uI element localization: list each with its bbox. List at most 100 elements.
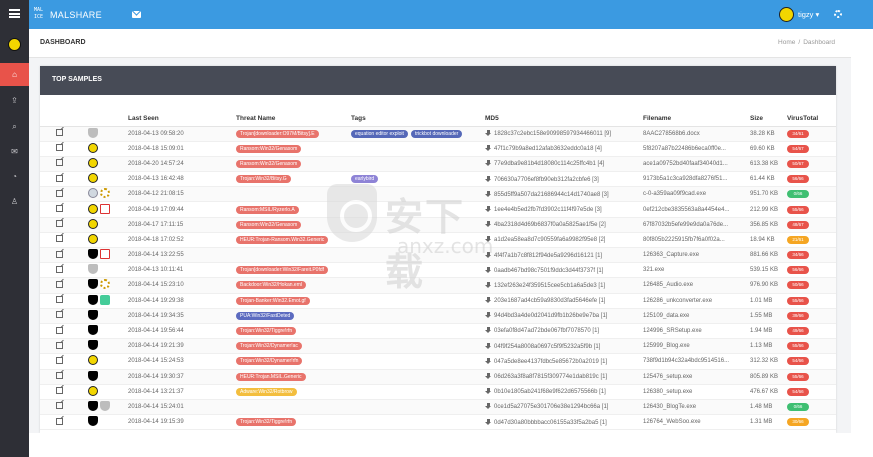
threat-badge[interactable]: PUA:Win32/FastDeted bbox=[236, 311, 295, 320]
download-icon[interactable] bbox=[485, 236, 492, 243]
download-icon[interactable] bbox=[485, 327, 492, 334]
download-icon[interactable] bbox=[485, 342, 492, 350]
external-link-icon[interactable] bbox=[56, 341, 63, 349]
tag-badge[interactable]: equation editor exploit bbox=[351, 129, 408, 138]
tag-badge[interactable]: earlybird bbox=[351, 175, 379, 184]
download-icon[interactable] bbox=[485, 373, 492, 380]
column-header-tags[interactable]: Tags bbox=[351, 113, 485, 127]
md5-link[interactable]: 1ee4e4b5ed2fb7fd3902c11f4f97e5de [3] bbox=[494, 207, 602, 213]
threat-badge[interactable]: HEUR:Trojan.MSIL.Generic bbox=[236, 372, 306, 381]
threat-badge[interactable]: HEUR:Trojan-Ransom.Win32.Generic bbox=[236, 235, 329, 244]
download-icon[interactable] bbox=[485, 205, 492, 213]
download-icon[interactable] bbox=[485, 190, 492, 198]
md5-link[interactable]: 047a5de8ee4137fdbc5e85672b0a2019 [1] bbox=[494, 359, 607, 365]
virustotal-badge[interactable]: 56/66 bbox=[787, 266, 809, 275]
mail-icon[interactable] bbox=[132, 11, 141, 18]
column-header-size[interactable]: Size bbox=[750, 113, 787, 127]
threat-badge[interactable]: Ransom:MSIL/Ryzerlo.A bbox=[236, 205, 299, 214]
hamburger-menu-icon[interactable] bbox=[9, 9, 20, 18]
threat-badge[interactable]: Trojan[downloader:Win32/Fareit.P0fdf bbox=[236, 266, 329, 275]
threat-badge[interactable]: Trojan:Win32/Tiggre!rfn bbox=[236, 418, 297, 427]
tag-badge[interactable]: trickbot downloader bbox=[410, 129, 463, 138]
external-link-icon[interactable] bbox=[56, 220, 63, 228]
threat-badge[interactable]: Trojan-Banker:Win32.Emot.gf bbox=[236, 296, 310, 305]
user-menu[interactable]: tigzy ▾ bbox=[798, 10, 819, 19]
external-link-icon[interactable] bbox=[56, 387, 63, 395]
md5-link[interactable]: a1d2ea58ea8d7c90559fa6a9982f95e8 [2] bbox=[494, 237, 605, 243]
virustotal-badge[interactable]: 55/66 bbox=[787, 205, 809, 214]
virustotal-badge[interactable]: 55/66 bbox=[787, 296, 809, 305]
virustotal-badge[interactable]: 0/66 bbox=[787, 190, 809, 199]
virustotal-badge[interactable]: 54/66 bbox=[787, 357, 809, 366]
virustotal-badge[interactable]: 21/61 bbox=[787, 235, 809, 244]
virustotal-badge[interactable]: 56/66 bbox=[787, 175, 809, 184]
download-icon[interactable] bbox=[485, 312, 492, 319]
md5-link[interactable]: 06d263a3f8a8f7815f309774e1dab819c [1] bbox=[494, 374, 607, 380]
virustotal-badge[interactable]: 55/66 bbox=[787, 372, 809, 381]
virustotal-badge[interactable]: 34/61 bbox=[787, 129, 809, 138]
column-header-last-seen[interactable]: Last Seen bbox=[128, 113, 236, 127]
download-icon[interactable] bbox=[485, 357, 492, 365]
external-link-icon[interactable] bbox=[56, 144, 63, 152]
virustotal-badge[interactable]: 30/66 bbox=[787, 418, 809, 427]
md5-link[interactable]: 1828c37c2ebc158e90998597934466011 [9] bbox=[494, 131, 611, 137]
external-link-icon[interactable] bbox=[56, 174, 63, 182]
breadcrumb-home[interactable]: Home bbox=[778, 39, 795, 46]
sidebar-item-search[interactable]: ⌕ bbox=[0, 115, 29, 138]
sidebar-item-home[interactable]: ⌂ bbox=[0, 63, 29, 86]
external-link-icon[interactable] bbox=[56, 189, 63, 197]
threat-badge[interactable]: Backdoor:Win32/Hokan.eml bbox=[236, 281, 306, 290]
threat-badge[interactable]: Ransom:Win32/Genasom bbox=[236, 159, 302, 168]
column-header-filename[interactable]: Filename bbox=[643, 113, 750, 127]
external-link-icon[interactable] bbox=[56, 235, 63, 243]
virustotal-badge[interactable]: 54/66 bbox=[787, 387, 809, 396]
sidebar-item-chat[interactable]: ✉ bbox=[0, 140, 29, 163]
download-icon[interactable] bbox=[485, 281, 492, 289]
threat-badge[interactable]: Trojan:Win32/Tiggre!rfn bbox=[236, 327, 297, 336]
md5-link[interactable]: 706630a7706ef8fb90eb312fa2cbfe6 [3] bbox=[494, 177, 599, 183]
threat-badge[interactable]: Ransom:Win32/Genasom bbox=[236, 144, 302, 153]
md5-link[interactable]: 0b10e1805ab241f68e9f622d6575566b [1] bbox=[494, 389, 606, 395]
download-icon[interactable] bbox=[485, 418, 492, 426]
md5-link[interactable]: 47f1c79b9a8ed12afab3632eddc0a18 [4] bbox=[494, 146, 602, 152]
download-icon[interactable] bbox=[485, 175, 492, 183]
threat-badge[interactable]: Trojan:Win32/Dynamer!rfn bbox=[236, 357, 303, 366]
sidebar-item-upload[interactable]: ⇪ bbox=[0, 89, 29, 112]
external-link-icon[interactable] bbox=[56, 296, 63, 304]
external-link-icon[interactable] bbox=[56, 417, 63, 425]
user-avatar[interactable] bbox=[779, 7, 794, 22]
threat-badge[interactable]: Trojan:Win32/Dynamer!ac bbox=[236, 342, 302, 351]
md5-link[interactable]: 203e1687ad4cb59a9830d3fad5646efe [1] bbox=[494, 298, 605, 304]
column-header-threat-name[interactable]: Threat Name bbox=[236, 113, 351, 127]
download-icon[interactable] bbox=[485, 403, 492, 410]
brand-name[interactable]: MALSHARE bbox=[50, 10, 102, 20]
virustotal-badge[interactable]: 0/66 bbox=[787, 402, 809, 411]
download-icon[interactable] bbox=[485, 266, 492, 274]
virustotal-badge[interactable]: 50/67 bbox=[787, 159, 809, 168]
md5-link[interactable]: 132ef263e24f359515cee5cb1a6a5de3 [1] bbox=[494, 283, 605, 289]
md5-link[interactable]: 855d5ff9a507da21686944c14d1740ae8 [3] bbox=[494, 192, 609, 198]
md5-link[interactable]: 0ce1d5a27075e301706e38e1294bc66a [1] bbox=[494, 405, 608, 411]
external-link-icon[interactable] bbox=[56, 129, 63, 137]
virustotal-badge[interactable]: 49/66 bbox=[787, 327, 809, 336]
md5-link[interactable]: 0aadb467bd98c7501f9ddc3d44f3737f [1] bbox=[494, 268, 603, 274]
md5-link[interactable]: 94d4bd3a4de0d2041d9fb1b26be9e7ba [1] bbox=[494, 313, 607, 319]
virustotal-badge[interactable]: 50/66 bbox=[787, 281, 809, 290]
threat-badge[interactable]: Trojan[downloader:O97M/Bitsy].E bbox=[236, 129, 319, 138]
virustotal-badge[interactable]: 39/66 bbox=[787, 311, 809, 320]
virustotal-badge[interactable]: 55/66 bbox=[787, 342, 809, 351]
external-link-icon[interactable] bbox=[56, 326, 63, 334]
md5-link[interactable]: 04f9f254a8008a0697c5f9f5232a5f9b [1] bbox=[494, 344, 600, 350]
md5-link[interactable]: 0d47d30a80bbbbacc06155a33f5a2ba5 [1] bbox=[494, 420, 607, 426]
download-icon[interactable] bbox=[485, 160, 492, 167]
external-link-icon[interactable] bbox=[56, 402, 63, 410]
threat-badge[interactable]: Adware:Win32/Rotbrow bbox=[236, 387, 297, 396]
external-link-icon[interactable] bbox=[56, 372, 63, 380]
gear-icon[interactable] bbox=[834, 10, 842, 18]
md5-link[interactable]: 77e9dba9e81b4d18080c114c25ffc4b1 [4] bbox=[494, 162, 604, 168]
md5-link[interactable]: 03efa0f8d47ad72bde067fbf7078570 [1] bbox=[494, 329, 599, 335]
external-link-icon[interactable] bbox=[56, 280, 63, 288]
external-link-icon[interactable] bbox=[56, 265, 63, 273]
virustotal-badge[interactable]: 54/67 bbox=[787, 144, 809, 153]
threat-badge[interactable]: Ransom:Win32/Genasom bbox=[236, 220, 302, 229]
